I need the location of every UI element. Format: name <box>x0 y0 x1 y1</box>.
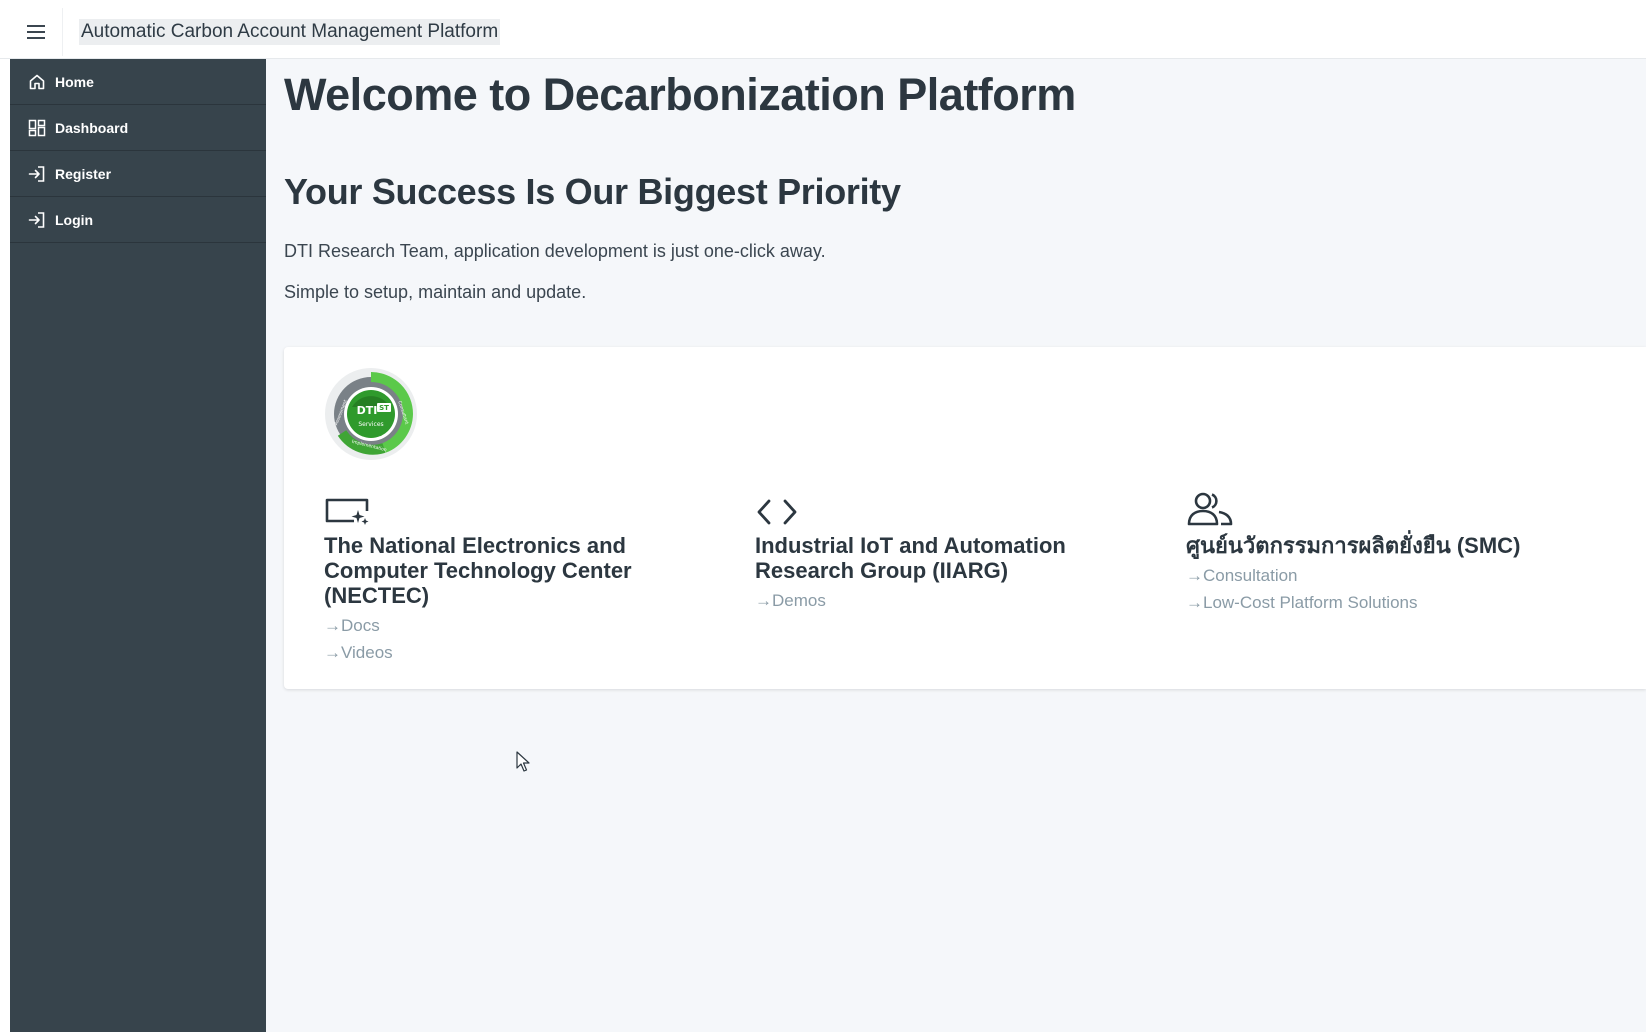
sidebar-item-dashboard[interactable]: Dashboard <box>10 105 266 151</box>
page-title: Welcome to Decarbonization Platform <box>284 69 1076 120</box>
main-content: Welcome to Decarbonization Platform Your… <box>266 59 1646 1032</box>
home-icon <box>28 73 46 91</box>
feature-column-iiarg: Industrial IoT and Automation Research G… <box>755 487 1155 614</box>
top-header: Automatic Carbon Account Management Plat… <box>0 0 1646 59</box>
monitor-sparkle-icon <box>325 498 369 525</box>
sidebar-item-label: Dashboard <box>55 119 129 136</box>
consultation-link[interactable]: →Consultation <box>1186 562 1626 589</box>
login-arrow-icon <box>28 165 46 183</box>
logo-text-bottom: Services <box>358 421 383 428</box>
sidebar-item-home[interactable]: Home <box>10 59 266 105</box>
description-line-1: DTI Research Team, application developme… <box>284 241 826 261</box>
code-brackets-icon <box>757 499 797 525</box>
sidebar-item-label: Home <box>55 73 94 90</box>
dti-services-logo: DTI ST Services Assessment Consultant Im… <box>325 368 417 460</box>
dashboard-icon <box>28 119 46 137</box>
low-cost-solutions-link[interactable]: →Low-Cost Platform Solutions <box>1186 589 1626 616</box>
logo-badge-text: ST <box>379 404 389 412</box>
feature-column-smc: ศูนย์นวัตกรรมการผลิตยั่งยืน (SMC) →Consu… <box>1186 487 1626 616</box>
app-title: Automatic Carbon Account Management Plat… <box>79 19 501 45</box>
page: Automatic Carbon Account Management Plat… <box>0 0 1646 1032</box>
sidebar-item-login[interactable]: Login <box>10 197 266 243</box>
hamburger-menu-icon <box>27 25 45 39</box>
login-arrow-icon <box>28 211 46 229</box>
sidebar: Home Dashboard Register Login <box>10 59 266 1032</box>
feature-column-nectec: The National Electronics and Computer Te… <box>324 487 724 666</box>
demos-link[interactable]: →Demos <box>755 587 1155 614</box>
docs-link[interactable]: →Docs <box>324 612 724 639</box>
sidebar-item-register[interactable]: Register <box>10 151 266 197</box>
description-line-2: Simple to setup, maintain and update. <box>284 282 587 302</box>
mouse-cursor-icon <box>516 751 530 772</box>
sidebar-item-label: Register <box>55 165 112 182</box>
menu-button[interactable] <box>10 8 63 56</box>
feature-title: Industrial IoT and Automation Research G… <box>755 533 1066 583</box>
feature-title: ศูนย์นวัตกรรมการผลิตยั่งยืน (SMC) <box>1186 533 1521 558</box>
users-icon <box>1187 492 1233 526</box>
page-subtitle: Your Success Is Our Biggest Priority <box>284 171 901 212</box>
features-card: DTI ST Services Assessment Consultant Im… <box>284 347 1646 689</box>
feature-title: The National Electronics and Computer Te… <box>324 533 632 608</box>
videos-link[interactable]: →Videos <box>324 639 724 666</box>
logo-text-top: DTI <box>357 404 378 417</box>
sidebar-item-label: Login <box>55 211 94 228</box>
